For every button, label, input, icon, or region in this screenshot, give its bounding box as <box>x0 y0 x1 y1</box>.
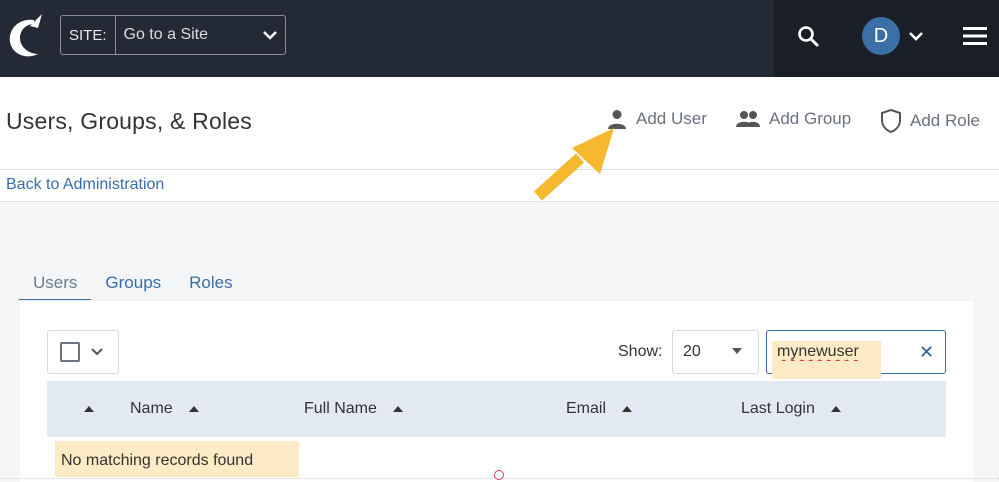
column-label: Full Name <box>304 400 377 417</box>
column-header-last-login[interactable]: Last Login <box>741 381 841 437</box>
site-selector-label: SITE: <box>61 16 116 54</box>
sort-up-icon <box>84 406 94 412</box>
hamburger-menu-icon[interactable] <box>962 24 988 48</box>
shield-icon <box>881 108 901 134</box>
column-label: Email <box>566 400 607 417</box>
column-header-email[interactable]: Email <box>566 381 633 437</box>
site-selector-value: Go to a Site <box>123 26 209 43</box>
tab-users[interactable]: Users <box>19 266 92 302</box>
add-role-label: Add Role <box>910 111 980 130</box>
column-label: Name <box>130 400 173 417</box>
bulk-select-dropdown[interactable] <box>47 330 119 374</box>
chevron-down-icon[interactable] <box>906 27 926 45</box>
table-header: Name Full Name Email Last Login <box>47 381 946 437</box>
search-field[interactable]: ✕ <box>766 330 946 379</box>
tab-groups[interactable]: Groups <box>91 266 175 300</box>
page-size-value: 20 <box>683 343 701 360</box>
sort-up-icon <box>622 406 633 412</box>
select-all-checkbox[interactable] <box>60 342 80 362</box>
group-icon <box>736 111 760 127</box>
add-user-label: Add User <box>636 109 707 128</box>
sort-up-icon <box>830 406 841 412</box>
chevron-down-icon <box>255 29 285 41</box>
clear-search-icon[interactable]: ✕ <box>919 343 934 361</box>
show-label: Show: <box>618 343 663 360</box>
add-group-label: Add Group <box>769 109 852 128</box>
back-to-administration-link[interactable]: Back to Administration <box>6 176 164 194</box>
column-label: Last Login <box>741 400 815 417</box>
marker-circle-icon <box>494 470 504 480</box>
page-size-select[interactable]: 20 <box>672 330 759 374</box>
app-logo-icon[interactable] <box>4 12 48 60</box>
sort-up-icon <box>188 406 199 412</box>
site-selector[interactable]: SITE: Go to a Site <box>60 15 286 55</box>
annotation-arrow-icon <box>533 128 614 201</box>
column-header-full-name[interactable]: Full Name <box>304 381 403 437</box>
sort-up-icon <box>392 406 403 412</box>
tab-bar: Users Groups Roles <box>19 266 247 302</box>
select-column-sort[interactable] <box>84 381 94 437</box>
search-input[interactable] <box>777 343 907 361</box>
caret-down-icon <box>732 348 742 354</box>
page-title: Users, Groups, & Roles <box>6 108 252 134</box>
empty-table-message: No matching records found <box>55 441 299 477</box>
user-avatar[interactable]: D <box>862 17 900 55</box>
chevron-down-icon <box>91 348 103 356</box>
column-header-name[interactable]: Name <box>130 381 199 437</box>
add-role-button[interactable]: Add Role <box>880 108 980 134</box>
header-divider <box>0 169 999 170</box>
tab-roles[interactable]: Roles <box>175 266 246 300</box>
add-user-button[interactable]: Add User <box>606 108 707 130</box>
search-icon[interactable] <box>794 22 822 50</box>
add-group-button[interactable]: Add Group <box>735 108 851 130</box>
